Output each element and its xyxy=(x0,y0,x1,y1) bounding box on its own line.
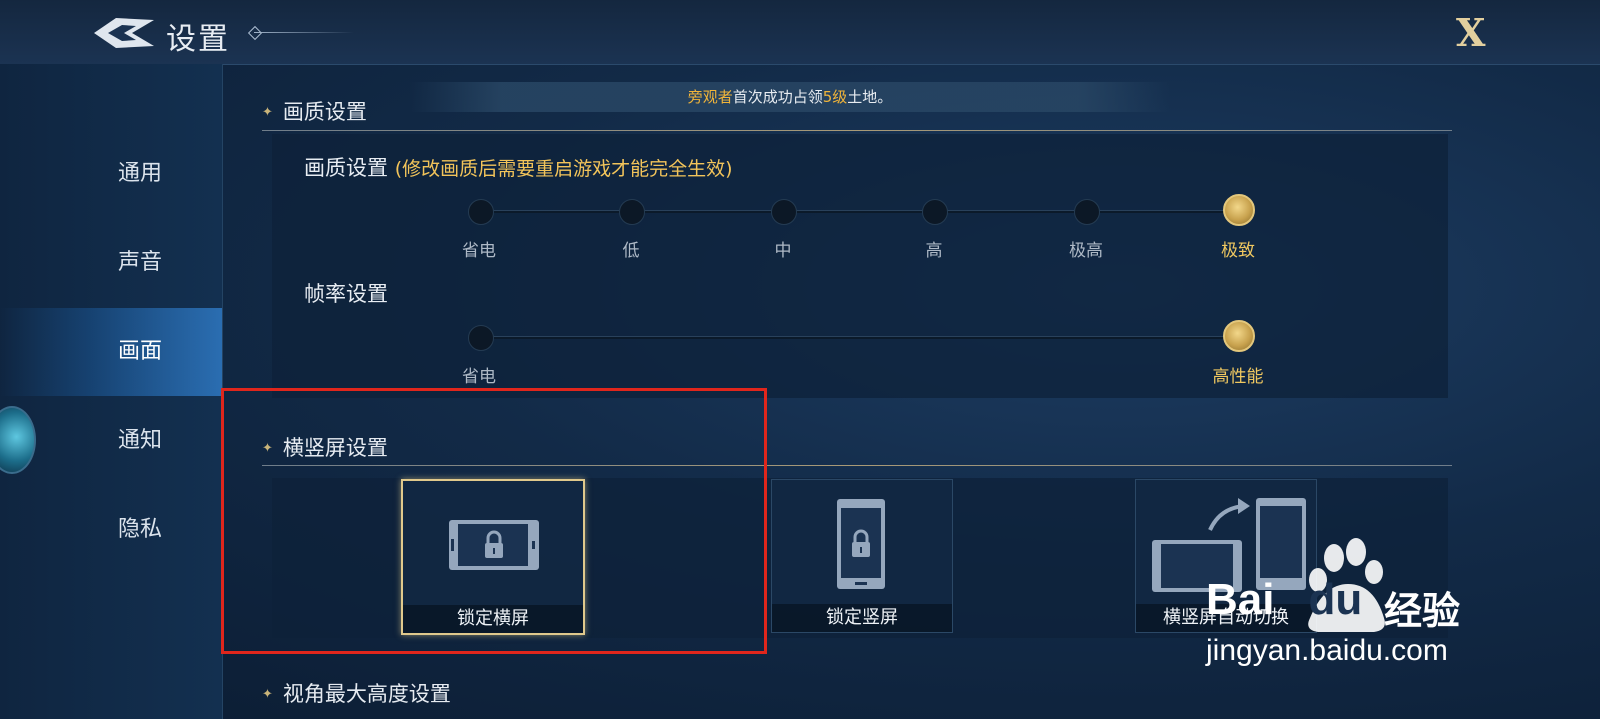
framerate-slider-track[interactable] xyxy=(480,336,1240,339)
broadcast-notice: 旁观者首次成功占领5级土地。 xyxy=(410,82,1170,112)
quality-option-label: 中 xyxy=(774,241,792,261)
section-divider xyxy=(262,130,1452,131)
section-title: 画质设置 xyxy=(282,100,367,124)
sidebar-item-label: 隐私 xyxy=(118,517,163,542)
portrait-lock-icon xyxy=(837,499,885,589)
framerate-option-label: 省电 xyxy=(462,367,496,387)
section-header-view-height: ✦ 视角最大高度设置 xyxy=(262,678,451,708)
quality-option-label: 高 xyxy=(925,241,943,261)
watermark-url: jingyan.baidu.com xyxy=(1206,634,1448,667)
sidebar: 通用 声音 画面 通知 隐私 xyxy=(0,64,223,719)
quality-option-label: 极高 xyxy=(1069,241,1103,261)
sidebar-item-label: 通知 xyxy=(118,428,163,453)
quality-option-knob[interactable] xyxy=(922,199,948,225)
sparkle-icon: ✦ xyxy=(262,687,273,702)
sidebar-item-general[interactable]: 通用 xyxy=(0,130,222,218)
quality-option-label: 低 xyxy=(622,241,640,261)
quality-option-knob-selected[interactable] xyxy=(1223,194,1255,226)
quality-option-label-selected: 极致 xyxy=(1221,241,1255,261)
framerate-label: 帧率设置 xyxy=(304,282,388,306)
notice-text: 首次成功占领 xyxy=(732,88,823,106)
settings-logo-icon xyxy=(94,18,154,48)
title-ornament xyxy=(247,25,263,41)
orientation-option-portrait-lock[interactable]: 锁定竖屏 xyxy=(771,479,953,633)
sidebar-item-display[interactable]: 画面 xyxy=(0,308,222,396)
notice-text-end: 土地。 xyxy=(847,88,893,106)
watermark-brand-text: Bai xyxy=(1206,575,1275,624)
notice-level: 5级 xyxy=(822,88,848,106)
notice-player-name: 旁观者 xyxy=(687,88,733,106)
section-title: 视角最大高度设置 xyxy=(282,682,451,706)
sidebar-item-sound[interactable]: 声音 xyxy=(0,219,222,307)
watermark-brand: Bai du xyxy=(1206,575,1362,625)
framerate-option-label-selected: 高性能 xyxy=(1212,367,1264,387)
sparkle-icon: ✦ xyxy=(262,105,273,120)
watermark-brand-suffix: du xyxy=(1308,575,1363,624)
sidebar-item-label: 画面 xyxy=(118,339,163,364)
top-bar: 设置 X xyxy=(0,0,1600,65)
quality-label: 画质设置 (修改画质后需要重启游戏才能完全生效) xyxy=(304,152,733,182)
sidebar-item-label: 通用 xyxy=(118,161,163,186)
quality-option-knob[interactable] xyxy=(1074,199,1100,225)
framerate-option-knob-selected[interactable] xyxy=(1223,320,1255,352)
close-button[interactable]: X xyxy=(1456,10,1485,55)
quality-option-label: 省电 xyxy=(462,241,496,261)
page-title: 设置 xyxy=(166,22,230,57)
orientation-option-label: 锁定竖屏 xyxy=(772,604,952,632)
framerate-option-knob[interactable] xyxy=(468,325,494,351)
quality-option-knob[interactable] xyxy=(619,199,645,225)
sidebar-item-privacy[interactable]: 隐私 xyxy=(0,486,222,574)
quality-slider-track[interactable] xyxy=(480,210,1240,213)
watermark-product: 经验 xyxy=(1384,589,1461,633)
annotation-highlight-box xyxy=(221,388,767,654)
quality-option-knob[interactable] xyxy=(771,199,797,225)
section-header-quality: ✦ 画质设置 xyxy=(262,96,367,126)
sidebar-item-label: 声音 xyxy=(118,250,163,275)
quality-label-text: 画质设置 xyxy=(304,156,388,180)
quality-option-knob[interactable] xyxy=(468,199,494,225)
title-divider xyxy=(254,32,354,33)
quality-note: (修改画质后需要重启游戏才能完全生效) xyxy=(394,158,733,180)
